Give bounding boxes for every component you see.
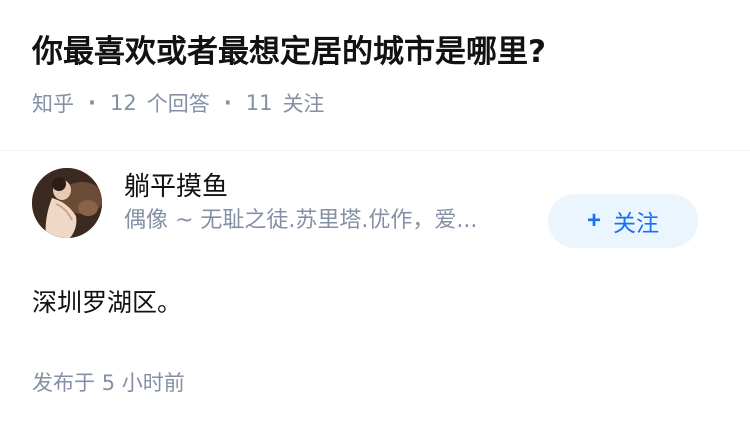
- answer-count: 12: [109, 91, 137, 115]
- answer-content[interactable]: 深圳罗湖区。: [32, 285, 718, 321]
- answer-card: 躺平摸鱼 偶像 ~ 无耻之徒.苏里塔.优作，爱... + 关注 深圳罗湖区。 发…: [0, 151, 750, 397]
- plus-icon: +: [586, 207, 601, 234]
- avatar-image: [32, 168, 102, 238]
- author-row: 躺平摸鱼 偶像 ~ 无耻之徒.苏里塔.优作，爱... + 关注: [32, 151, 718, 255]
- author-info: 躺平摸鱼 偶像 ~ 无耻之徒.苏里塔.优作，爱...: [124, 169, 524, 237]
- question-header: 你最喜欢或者最想定居的城市是哪里? 知乎 · 12 个回答 · 11 关注: [0, 0, 750, 120]
- question-meta: 知乎 · 12 个回答 · 11 关注: [32, 88, 718, 118]
- follow-button[interactable]: + 关注: [548, 194, 698, 248]
- publish-prefix: 发布于: [32, 371, 95, 395]
- publish-number: 5: [101, 371, 116, 395]
- meta-separator: ·: [88, 91, 96, 115]
- publish-time: 发布于 5 小时前: [32, 367, 718, 397]
- answer-count-label: 个回答: [146, 92, 210, 116]
- follow-label: 关注: [613, 210, 659, 236]
- meta-separator: ·: [223, 91, 232, 115]
- author-name[interactable]: 躺平摸鱼: [124, 169, 524, 205]
- source-label[interactable]: 知乎: [32, 88, 74, 118]
- follower-count-label: 关注: [282, 92, 325, 116]
- question-title[interactable]: 你最喜欢或者最想定居的城市是哪里?: [32, 30, 718, 74]
- author-bio: 偶像 ~ 无耻之徒.苏里塔.优作，爱...: [124, 208, 478, 233]
- publish-unit: 小时前: [121, 371, 185, 395]
- follower-count: 11: [245, 91, 273, 115]
- avatar[interactable]: [32, 168, 102, 238]
